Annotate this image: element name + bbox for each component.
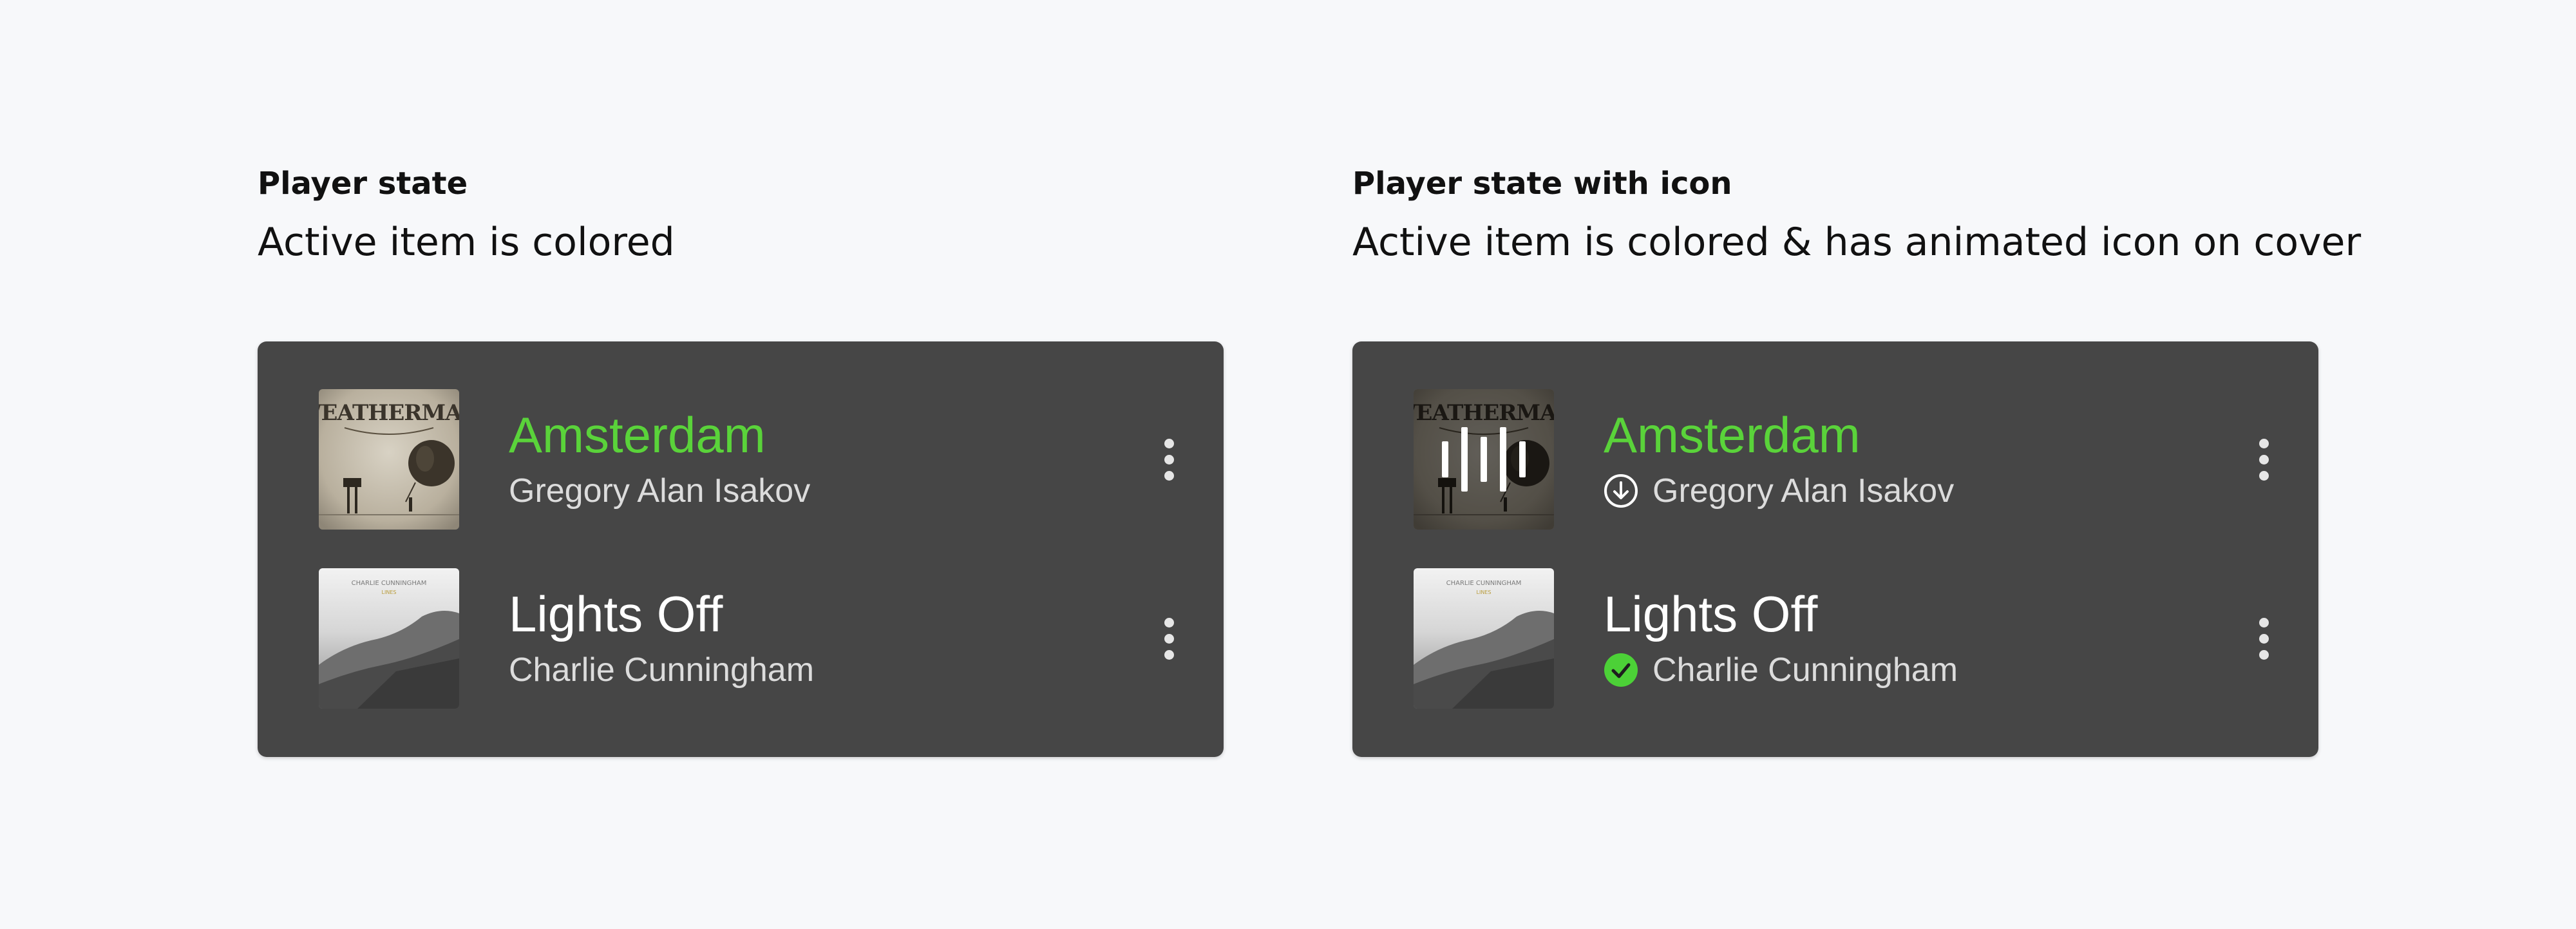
track-artist-row: Charlie Cunningham xyxy=(1604,651,1958,689)
track-artist-row: Gregory Alan Isakov xyxy=(1604,472,1954,510)
charlie-cunningham-album-cover: CHARLIE CUNNINGHAM LINES xyxy=(1414,568,1554,709)
track-artist: Gregory Alan Isakov xyxy=(509,472,811,510)
section-description: Active item is colored & has animated ic… xyxy=(1352,220,2362,265)
equalizer-bars-icon xyxy=(1442,427,1526,492)
more-vertical-icon[interactable] xyxy=(2251,424,2277,495)
track-list-panel: WEATHERMAN Amsterdam Gregory Alan Isakov xyxy=(258,341,1224,757)
track-title: Lights Off xyxy=(509,586,723,642)
more-vertical-icon[interactable] xyxy=(2251,603,2277,674)
downloaded-check-icon xyxy=(1604,653,1638,687)
svg-text:WEATHERMAN: WEATHERMAN xyxy=(319,400,459,426)
player-state-with-icon-section: Player state with icon Active item is co… xyxy=(1352,161,2362,757)
track-row-amsterdam[interactable]: WEATHERMAN Amsterdam Gregory Alan Isakov xyxy=(319,389,1182,530)
svg-text:LINES: LINES xyxy=(1477,589,1492,595)
svg-text:CHARLIE CUNNINGHAM: CHARLIE CUNNINGHAM xyxy=(352,580,427,587)
section-description: Active item is colored xyxy=(258,220,675,265)
track-artist: Charlie Cunningham xyxy=(1653,651,1958,689)
track-artist-row: Gregory Alan Isakov xyxy=(509,472,810,510)
more-vertical-icon[interactable] xyxy=(1156,603,1182,674)
track-row-lights-off[interactable]: CHARLIE CUNNINGHAM LINES Lights Off Char… xyxy=(319,568,1182,709)
track-row-lights-off[interactable]: CHARLIE CUNNINGHAM LINES Lights Off Char… xyxy=(1414,568,2277,709)
track-list-panel: WEATHERMAN xyxy=(1352,341,2318,757)
track-title: Lights Off xyxy=(1604,586,1818,642)
track-artist-row: Charlie Cunningham xyxy=(509,651,814,689)
svg-text:CHARLIE CUNNINGHAM: CHARLIE CUNNINGHAM xyxy=(1446,580,1522,587)
section-heading: Player state xyxy=(258,166,468,202)
weatherman-album-cover: WEATHERMAN xyxy=(1414,389,1554,530)
more-vertical-icon[interactable] xyxy=(1156,424,1182,495)
weatherman-album-cover: WEATHERMAN xyxy=(319,389,459,530)
svg-text:LINES: LINES xyxy=(382,589,397,595)
download-circle-icon xyxy=(1604,474,1638,508)
track-row-amsterdam[interactable]: WEATHERMAN xyxy=(1414,389,2277,530)
track-artist: Gregory Alan Isakov xyxy=(1653,472,1955,510)
track-artist: Charlie Cunningham xyxy=(509,651,815,689)
track-title: Amsterdam xyxy=(1604,407,1861,463)
section-heading: Player state with icon xyxy=(1352,166,1732,202)
charlie-cunningham-album-cover: CHARLIE CUNNINGHAM LINES xyxy=(319,568,459,709)
track-title: Amsterdam xyxy=(509,407,766,463)
player-state-section: Player state Active item is colored WEAT… xyxy=(258,161,1224,757)
